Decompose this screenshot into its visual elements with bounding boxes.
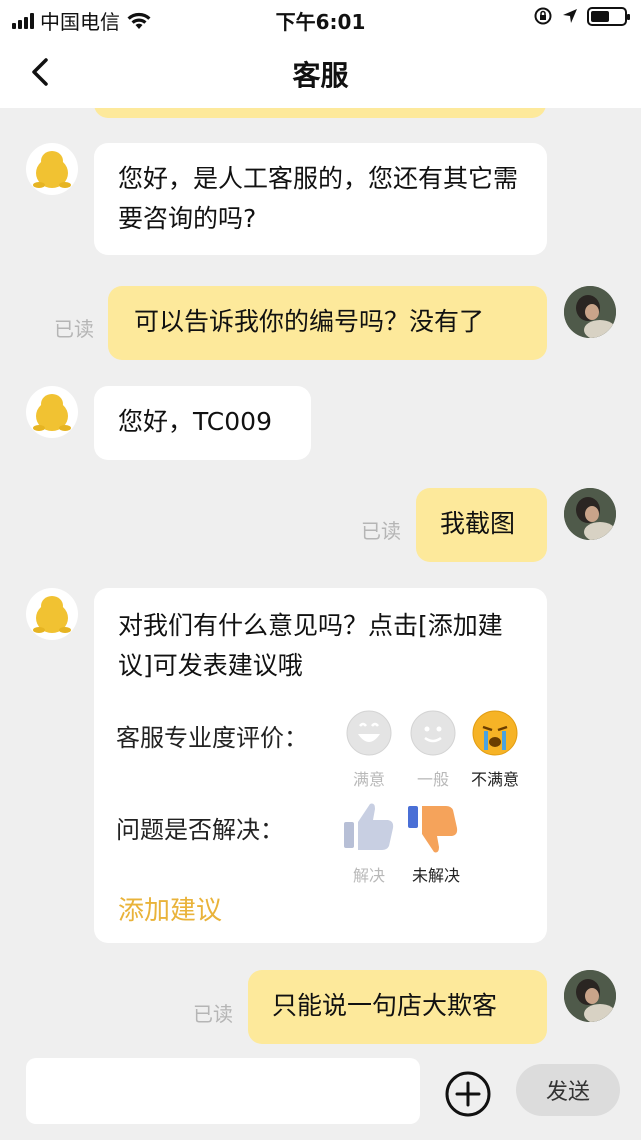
resolve-no[interactable]: 未解决 bbox=[396, 800, 476, 888]
agent-message: 您好，是人工客服的，您还有其它需要咨询的吗? bbox=[94, 143, 547, 255]
rating-label: 满意 bbox=[352, 770, 385, 789]
agent-avatar[interactable] bbox=[26, 386, 78, 438]
user-message: 只能说一句店大欺客 bbox=[248, 970, 547, 1044]
status-bar: 中国电信 下午6:01 bbox=[0, 0, 641, 36]
laughing-face-icon bbox=[346, 710, 392, 756]
user-avatar[interactable] bbox=[564, 488, 616, 540]
location-icon bbox=[563, 9, 577, 23]
user-avatar[interactable] bbox=[564, 970, 616, 1022]
smile-face-icon bbox=[410, 710, 456, 756]
resolve-label: 解决 bbox=[352, 866, 385, 885]
professional-rating-label: 客服专业度评价： bbox=[116, 724, 308, 752]
user-photo bbox=[564, 488, 616, 540]
crying-face-icon bbox=[472, 710, 518, 756]
thumbs-up-icon bbox=[344, 803, 394, 850]
read-status: 已读 bbox=[54, 317, 94, 341]
plus-icon[interactable] bbox=[444, 1070, 492, 1118]
resolve-label: 未解决 bbox=[411, 866, 460, 885]
input-bar: 发送 bbox=[0, 1044, 641, 1140]
rating-label: 一般 bbox=[416, 770, 449, 789]
read-status: 已读 bbox=[361, 519, 401, 543]
penguin-icon bbox=[33, 151, 71, 188]
user-message: 可以告诉我你的编号吗？没有了 bbox=[108, 286, 547, 360]
resolve-yes[interactable]: 解决 bbox=[334, 800, 404, 888]
status-right bbox=[533, 6, 630, 26]
message-text: 您好，TC009 bbox=[118, 407, 272, 436]
rating-unsatisfied[interactable]: 不满意 bbox=[460, 710, 530, 790]
user-avatar[interactable] bbox=[564, 286, 616, 338]
thumbs-down-icon bbox=[408, 806, 458, 853]
message-input[interactable] bbox=[26, 1058, 420, 1124]
rating-label: 不满意 bbox=[470, 770, 519, 789]
page-title: 客服 bbox=[292, 59, 349, 92]
message-text: 我截图 bbox=[440, 509, 516, 538]
rating-satisfied[interactable]: 满意 bbox=[334, 710, 404, 790]
message-text: 您好，是人工客服的，您还有其它需要咨询的吗? bbox=[118, 164, 519, 233]
survey-card: 对我们有什么意见吗？点击[添加建议]可发表建议哦 客服专业度评价： 满意 一般 bbox=[94, 588, 547, 943]
rotation-lock-icon bbox=[534, 7, 552, 25]
user-photo bbox=[564, 970, 616, 1022]
penguin-icon bbox=[33, 596, 71, 633]
user-photo bbox=[564, 286, 616, 338]
send-button[interactable]: 发送 bbox=[516, 1064, 620, 1116]
resolved-label: 问题是否解决： bbox=[116, 816, 284, 844]
previous-message-bubble bbox=[94, 108, 546, 118]
agent-avatar[interactable] bbox=[26, 143, 78, 195]
agent-message: 您好，TC009 bbox=[94, 386, 311, 460]
message-text: 只能说一句店大欺客 bbox=[272, 991, 498, 1020]
agent-avatar[interactable] bbox=[26, 588, 78, 640]
nav-bar: 客服 bbox=[0, 36, 641, 108]
message-text: 对我们有什么意见吗？点击[添加建议]可发表建议哦 bbox=[118, 611, 503, 680]
penguin-icon bbox=[33, 394, 71, 431]
battery-icon bbox=[587, 6, 630, 26]
chat-area[interactable]: 您好，是人工客服的，您还有其它需要咨询的吗? 已读 可以告诉我你的编号吗？没有了… bbox=[0, 108, 641, 1044]
read-status: 已读 bbox=[193, 1002, 233, 1026]
add-suggestion-link[interactable]: 添加建议 bbox=[118, 890, 222, 927]
user-message: 我截图 bbox=[416, 488, 547, 562]
message-text: 可以告诉我你的编号吗？没有了 bbox=[134, 307, 485, 336]
rating-neutral[interactable]: 一般 bbox=[398, 710, 468, 790]
